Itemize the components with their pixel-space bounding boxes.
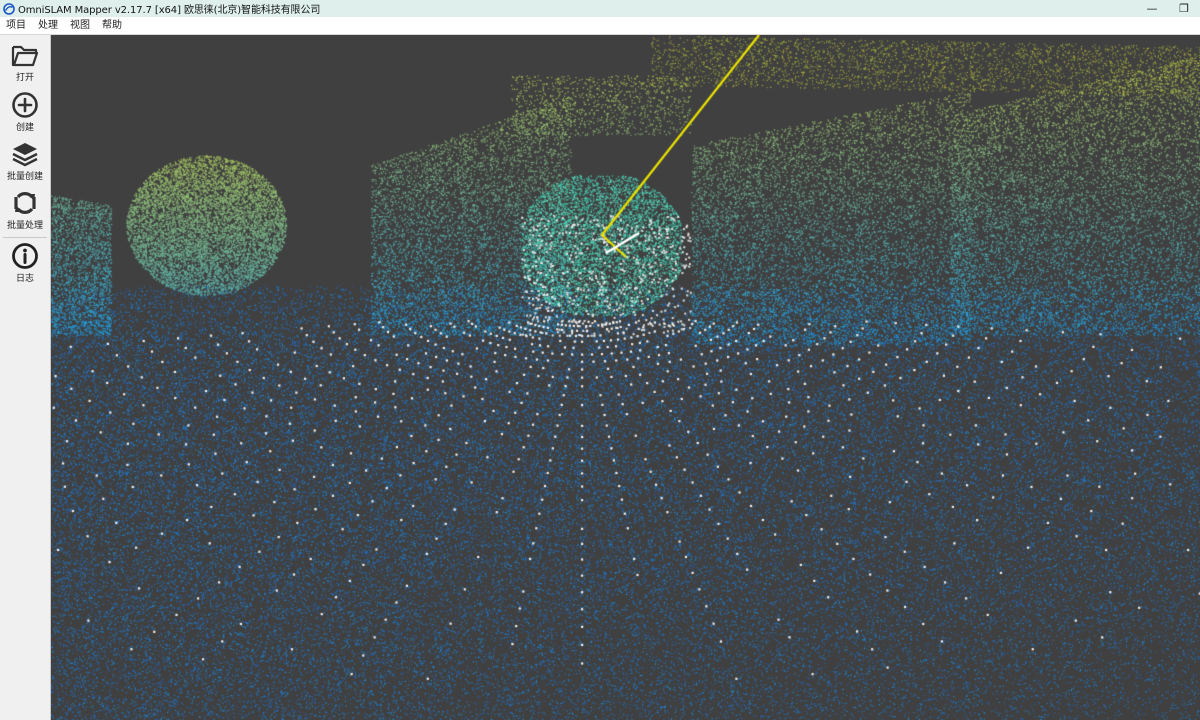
omnislam-logo-icon: [3, 2, 15, 15]
restore-icon: ❐: [1179, 2, 1189, 15]
refresh-icon: [14, 192, 36, 214]
open-label: 打开: [15, 73, 34, 83]
menu-bar: 项目 处理 视图 帮助: [0, 17, 1200, 35]
window-title: OmniSLAM Mapper v2.17.7 [x64] 欧思徕(北京)智能科…: [18, 5, 321, 16]
layers-icon: [12, 143, 38, 167]
batch-create-button[interactable]: 批量创建: [0, 140, 50, 188]
title-bar: OmniSLAM Mapper v2.17.7 [x64] 欧思徕(北京)智能科…: [0, 0, 1200, 17]
menu-view[interactable]: 视图: [64, 17, 96, 34]
log-label: 日志: [15, 274, 34, 284]
plus-circle-icon: [12, 92, 38, 118]
side-toolbar: 打开 创建 批量创建 批量处理 日志: [0, 35, 51, 720]
create-button[interactable]: 创建: [0, 91, 50, 139]
batch-process-button[interactable]: 批量处理: [0, 189, 50, 237]
menu-process[interactable]: 处理: [32, 17, 64, 34]
batch-process-label: 批量处理: [6, 221, 43, 231]
menu-project[interactable]: 项目: [0, 17, 32, 34]
open-button[interactable]: 打开: [0, 43, 50, 91]
batch-create-label: 批量创建: [6, 172, 43, 182]
restore-button[interactable]: ❐: [1168, 0, 1200, 17]
minimize-button[interactable]: —: [1136, 0, 1168, 17]
point-cloud-canvas[interactable]: [51, 35, 1200, 720]
info-icon: [12, 243, 38, 269]
point-cloud-view[interactable]: [51, 35, 1200, 720]
menu-help[interactable]: 帮助: [96, 17, 128, 34]
minimize-icon: —: [1146, 2, 1158, 15]
window-controls: — ❐: [1136, 0, 1200, 17]
toolbar-separator: [3, 237, 47, 238]
folder-open-icon: [11, 45, 39, 67]
log-button[interactable]: 日志: [0, 242, 50, 290]
create-label: 创建: [15, 123, 34, 133]
